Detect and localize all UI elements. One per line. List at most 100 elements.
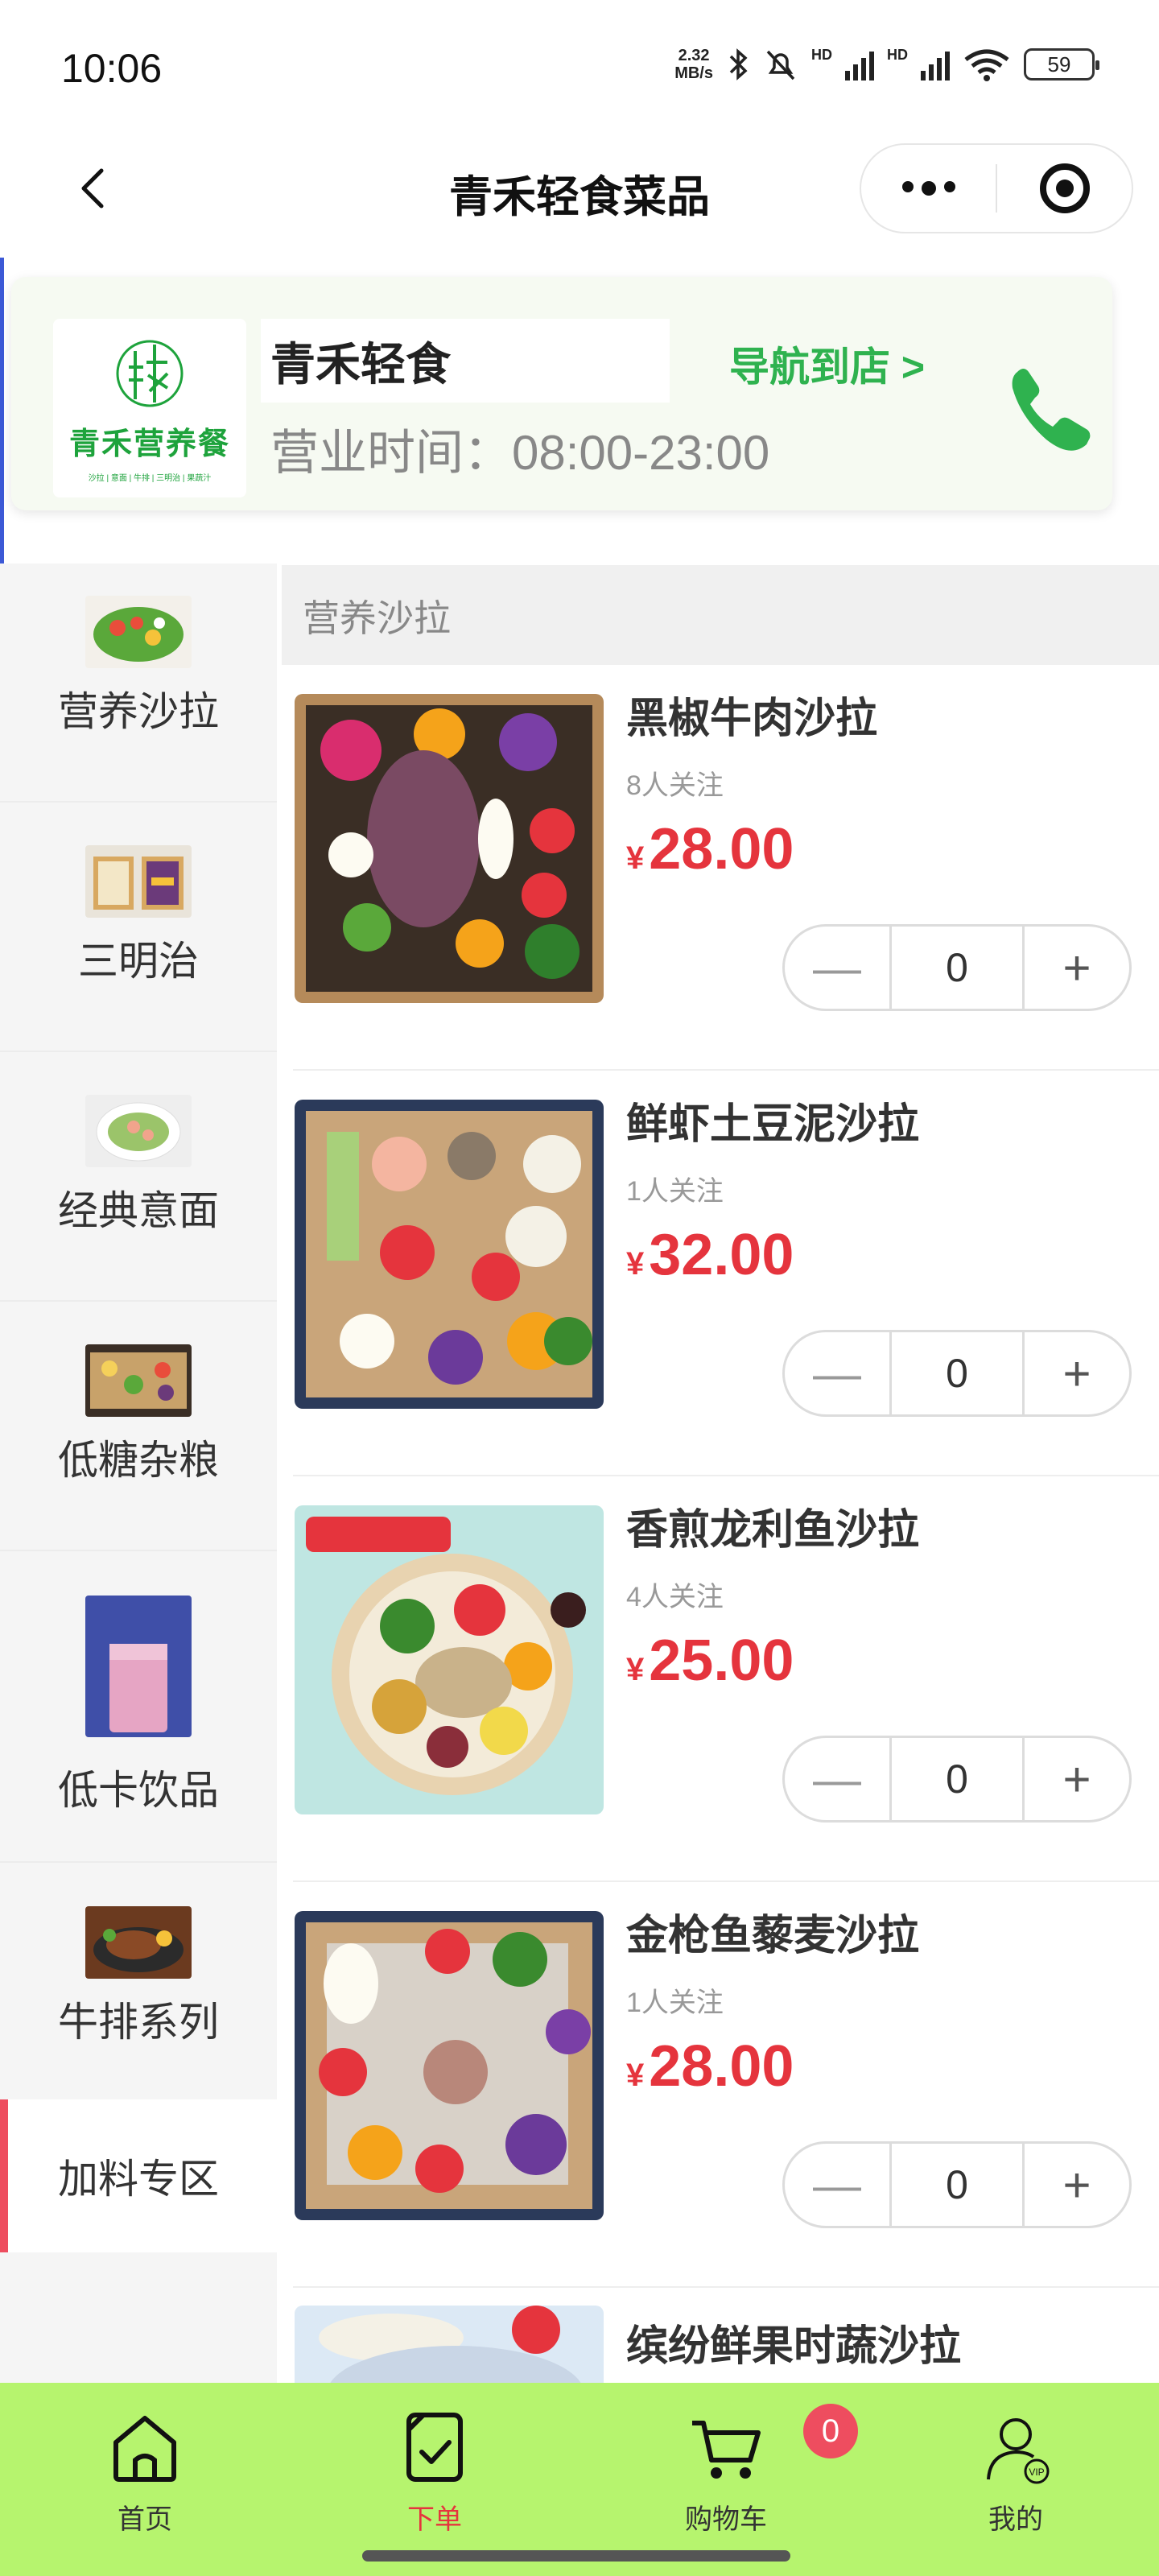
logo-subtext: 沙拉 | 意面 | 牛排 | 三明治 | 果蔬汁 (88, 474, 212, 483)
product-name: 缤纷鲜果时蔬沙拉 (626, 2323, 962, 2370)
cart-count-badge: 0 (803, 2404, 858, 2458)
home-icon (113, 2416, 176, 2482)
tab-label: 我的 (988, 2504, 1043, 2535)
category-label: 低糖杂粮 (58, 1438, 219, 1483)
tab-label: 首页 (118, 2504, 172, 2535)
store-name: 青禾轻食 (270, 339, 451, 390)
product-image[interactable] (295, 1911, 604, 2220)
drink-thumbnail (85, 1596, 192, 1737)
product-card: 黑椒牛肉沙拉 8人关注 ¥28.00 — 0 + (282, 665, 1159, 1071)
category-label: 加料专区 (58, 2157, 219, 2202)
svg-text:VIP: VIP (1029, 2467, 1044, 2478)
divider (0, 1550, 277, 1551)
category-item-sandwich[interactable]: 三明治 (0, 845, 277, 1046)
home-indicator (362, 2550, 790, 2562)
quantity-stepper: — 0 + (782, 924, 1132, 1011)
increase-button[interactable]: + (1025, 1332, 1129, 1414)
category-item-addons[interactable]: 加料专区 (0, 2099, 277, 2252)
status-bar: 10:06 2.32 MB/s HD HD 59 (0, 0, 1159, 137)
category-item-salad[interactable]: 营养沙拉 (0, 596, 277, 805)
phone-icon[interactable] (1003, 361, 1099, 457)
product-name: 鲜虾土豆泥沙拉 (626, 1101, 920, 1148)
bluetooth-icon (729, 48, 748, 80)
category-item-grains[interactable]: 低糖杂粮 (0, 1344, 277, 1546)
product-follow-count: 1人关注 (626, 1176, 724, 1207)
store-hours: 营业时间：08:00-23:00 (270, 426, 770, 480)
decrease-button[interactable]: — (785, 1738, 889, 1820)
navigate-to-store-link[interactable]: 导航到店 > (729, 335, 925, 393)
pasta-thumbnail (85, 1095, 192, 1167)
mini-program-capsule (860, 143, 1133, 233)
product-image[interactable] (295, 1100, 604, 1409)
category-item-drinks[interactable]: 低卡饮品 (0, 1596, 277, 1861)
product-price: ¥28.00 (626, 2034, 794, 2099)
grains-thumbnail (85, 1344, 192, 1417)
quantity-stepper: — 0 + (782, 1330, 1132, 1417)
product-follow-count: 8人关注 (626, 770, 724, 801)
vip-user-icon: VIP (987, 2418, 1050, 2484)
tab-cart[interactable]: 购物车 (645, 2407, 806, 2537)
hd-label: HD (811, 47, 832, 63)
tab-order[interactable]: 下单 (354, 2407, 515, 2537)
wifi-icon (964, 49, 1009, 81)
decrease-button[interactable]: — (785, 2144, 889, 2226)
category-label: 营养沙拉 (58, 689, 219, 734)
network-speed: 2.32 MB/s (674, 47, 713, 82)
category-item-pasta[interactable]: 经典意面 (0, 1095, 277, 1296)
product-image[interactable] (295, 1505, 604, 1814)
product-price: ¥32.00 (626, 1223, 794, 1287)
mute-bell-icon (766, 50, 795, 80)
signal-icon (845, 48, 874, 80)
store-logo: 青禾营养餐 沙拉 | 意面 | 牛排 | 三明治 | 果蔬汁 (53, 319, 246, 497)
product-name: 黑椒牛肉沙拉 (626, 696, 878, 742)
signal-icon-2 (921, 48, 950, 80)
category-label: 经典意面 (58, 1188, 219, 1233)
product-follow-count: 4人关注 (626, 1582, 724, 1612)
decrease-button[interactable]: — (785, 927, 889, 1009)
divider (0, 1861, 277, 1863)
divider (0, 1300, 277, 1302)
section-header: 营养沙拉 (282, 565, 1159, 665)
category-label: 三明治 (78, 939, 199, 984)
increase-button[interactable]: + (1025, 927, 1129, 1009)
store-card: 青禾营养餐 沙拉 | 意面 | 牛排 | 三明治 | 果蔬汁 青禾轻食 营业时间… (11, 277, 1112, 510)
tab-profile[interactable]: VIP 我的 (935, 2407, 1096, 2537)
quantity-value[interactable]: 0 (889, 927, 1025, 1009)
category-item-steak[interactable]: 牛排系列 (0, 1906, 277, 2099)
divider (0, 1051, 277, 1052)
more-icon[interactable] (861, 181, 996, 196)
product-card: 鲜虾土豆泥沙拉 1人关注 ¥32.00 — 0 + (282, 1071, 1159, 1476)
sandwich-thumbnail (85, 845, 192, 918)
status-time: 10:06 (61, 46, 163, 91)
product-follow-count: 1人关注 (626, 1988, 724, 2018)
salad-thumbnail (85, 596, 192, 668)
close-target-icon[interactable] (997, 163, 1132, 213)
increase-button[interactable]: + (1025, 1738, 1129, 1820)
product-card: 香煎龙利鱼沙拉 4人关注 ¥25.00 — 0 + (282, 1476, 1159, 1882)
accent-line (0, 258, 4, 564)
quantity-value[interactable]: 0 (889, 1738, 1025, 1820)
tab-label: 购物车 (685, 2504, 767, 2535)
product-image[interactable] (295, 694, 604, 1003)
product-price: ¥25.00 (626, 1629, 794, 1693)
decrease-button[interactable]: — (785, 1332, 889, 1414)
steak-thumbnail (85, 1906, 192, 1979)
section-title: 营养沙拉 (303, 597, 451, 639)
product-name: 香煎龙利鱼沙拉 (626, 1507, 920, 1554)
quantity-stepper: — 0 + (782, 1736, 1132, 1823)
category-label: 牛排系列 (58, 2000, 219, 2045)
order-clipboard-icon (406, 2413, 463, 2482)
product-name: 金枪鱼藜麦沙拉 (626, 1913, 920, 1959)
product-image[interactable] (295, 2306, 604, 2383)
battery-indicator: 59 (1024, 48, 1099, 80)
nav-bar: 青禾轻食菜品 (0, 137, 1159, 242)
tab-home[interactable]: 首页 (64, 2407, 225, 2537)
quantity-value[interactable]: 0 (889, 1332, 1025, 1414)
product-card: 金枪鱼藜麦沙拉 1人关注 ¥28.00 — 0 + (282, 1882, 1159, 2288)
hd-label-2: HD (887, 47, 908, 63)
logo-emblem-icon (116, 340, 184, 407)
logo-text: 青禾营养餐 (68, 427, 230, 461)
increase-button[interactable]: + (1025, 2144, 1129, 2226)
quantity-value[interactable]: 0 (889, 2144, 1025, 2226)
quantity-stepper: — 0 + (782, 2141, 1132, 2228)
